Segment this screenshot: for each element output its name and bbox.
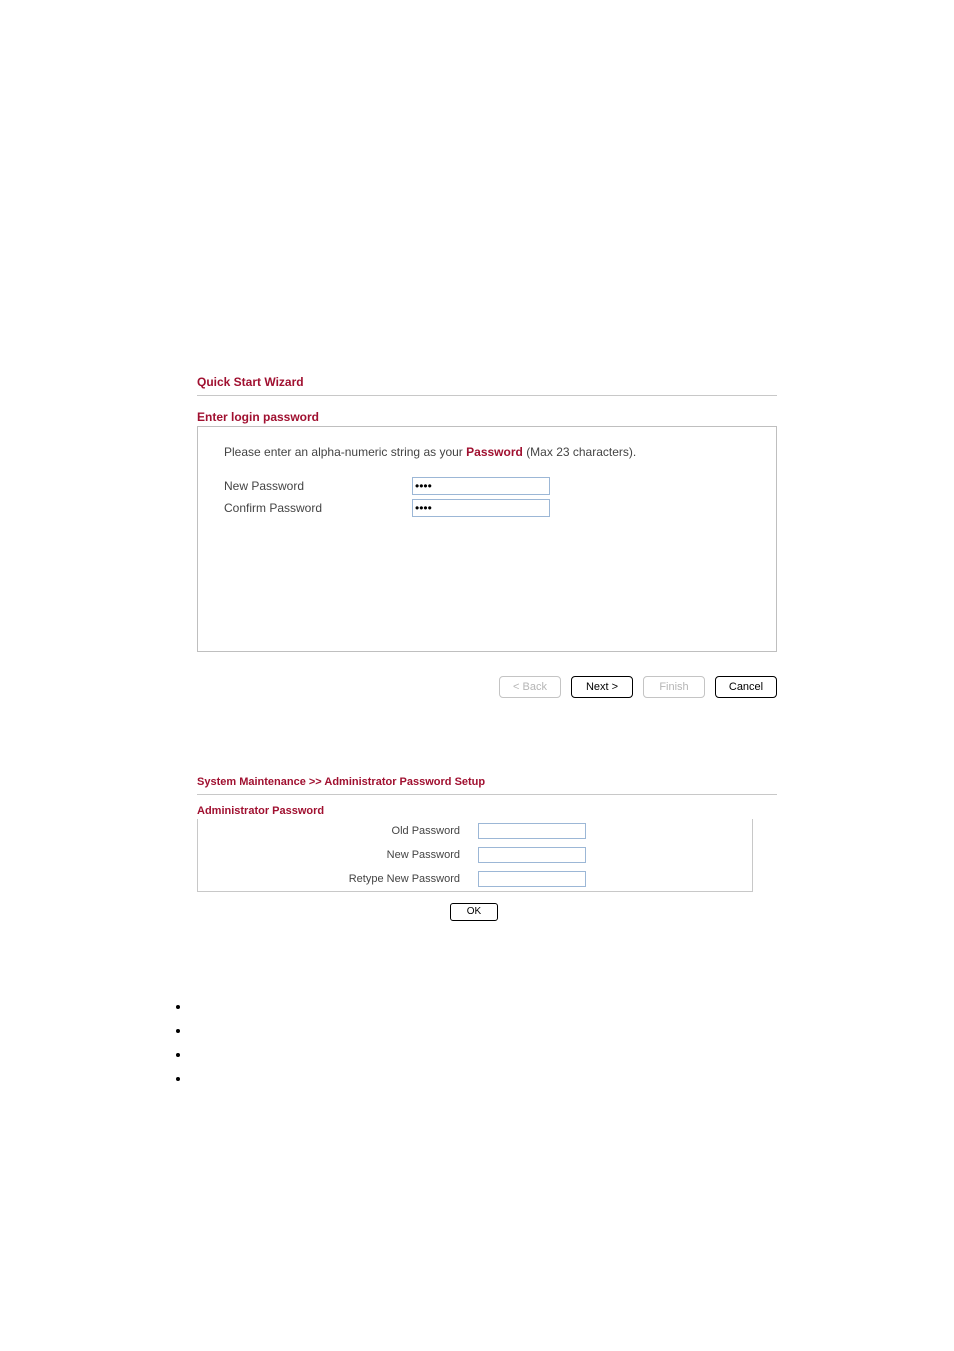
list-item bbox=[191, 1047, 777, 1071]
new-password-label: New Password bbox=[224, 479, 412, 493]
finish-button: Finish bbox=[643, 676, 705, 698]
back-button: < Back bbox=[499, 676, 561, 698]
wizard-title: Quick Start Wizard bbox=[197, 375, 777, 389]
admin-table: Old Password New Password Retype New Pas… bbox=[197, 819, 753, 892]
list-item bbox=[191, 1023, 777, 1047]
instruction-pre: Please enter an alpha-numeric string as … bbox=[224, 445, 466, 459]
ok-button[interactable]: OK bbox=[450, 903, 498, 921]
admin-section-heading: Administrator Password bbox=[197, 805, 777, 817]
retype-password-input[interactable] bbox=[478, 871, 586, 887]
admin-title: System Maintenance >> Administrator Pass… bbox=[197, 776, 777, 788]
list-item bbox=[191, 999, 777, 1023]
cancel-button[interactable]: Cancel bbox=[715, 676, 777, 698]
wizard-section-heading: Enter login password bbox=[197, 410, 777, 424]
instruction-post: (Max 23 characters). bbox=[526, 445, 636, 459]
bullet-list bbox=[191, 999, 777, 1095]
instruction-password-word: Password bbox=[466, 445, 523, 459]
next-button[interactable]: Next > bbox=[571, 676, 633, 698]
admin-new-password-label: New Password bbox=[198, 849, 478, 861]
divider bbox=[197, 395, 777, 396]
list-item bbox=[191, 1071, 777, 1095]
divider bbox=[197, 794, 777, 795]
wizard-panel: Please enter an alpha-numeric string as … bbox=[197, 426, 777, 652]
admin-new-password-input[interactable] bbox=[478, 847, 586, 863]
confirm-password-input[interactable] bbox=[412, 499, 550, 517]
wizard-button-row: < Back Next > Finish Cancel bbox=[197, 676, 777, 698]
old-password-label: Old Password bbox=[198, 825, 478, 837]
retype-password-label: Retype New Password bbox=[198, 873, 478, 885]
old-password-input[interactable] bbox=[478, 823, 586, 839]
confirm-password-label: Confirm Password bbox=[224, 501, 412, 515]
wizard-instruction: Please enter an alpha-numeric string as … bbox=[224, 445, 750, 459]
new-password-input[interactable] bbox=[412, 477, 550, 495]
